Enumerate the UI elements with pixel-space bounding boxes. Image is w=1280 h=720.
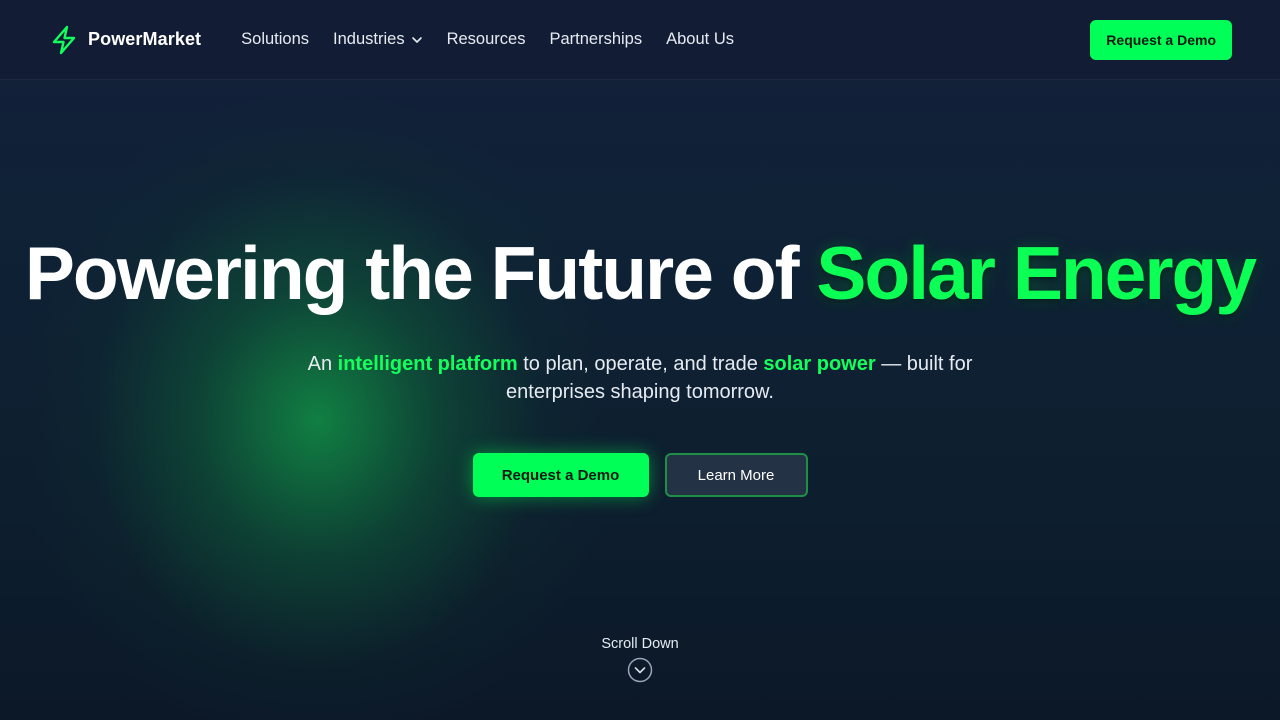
hero-cta-group: Request a Demo Learn More bbox=[0, 453, 1280, 497]
subtitle-text: to plan, operate, and trade bbox=[517, 353, 764, 375]
nav-item-label: Industries bbox=[333, 30, 405, 48]
hero-request-demo-button[interactable]: Request a Demo bbox=[472, 453, 649, 497]
nav-item-label: Solutions bbox=[241, 30, 310, 48]
scroll-down-indicator[interactable]: Scroll Down bbox=[0, 636, 1280, 683]
headline-accent: Solar Energy bbox=[816, 231, 1257, 315]
hero-section: Powering the Future of Solar Energy An i… bbox=[0, 80, 1280, 720]
headline-main: Powering the Future of bbox=[24, 231, 800, 315]
top-navigation-bar: PowerMarket Solutions Industries Resourc… bbox=[0, 0, 1280, 80]
nav-item-partnerships[interactable]: Partnerships bbox=[549, 30, 642, 49]
hero-subtitle: An intelligent platform to plan, operate… bbox=[280, 350, 1000, 406]
chevron-down-circle-icon bbox=[627, 657, 653, 683]
subtitle-highlight-intelligent-platform: intelligent platform bbox=[337, 353, 518, 375]
nav-item-about-us[interactable]: About Us bbox=[666, 30, 734, 49]
subtitle-text: An bbox=[307, 353, 338, 375]
hero-headline: Powering the Future of Solar Energy bbox=[0, 230, 1280, 316]
nav-item-solutions[interactable]: Solutions bbox=[241, 30, 309, 49]
nav-item-label: Partnerships bbox=[549, 30, 643, 48]
nav-item-industries[interactable]: Industries bbox=[333, 30, 423, 49]
brand[interactable]: PowerMarket bbox=[50, 25, 201, 55]
learn-more-button[interactable]: Learn More bbox=[664, 453, 808, 497]
header-request-demo-button[interactable]: Request a Demo bbox=[1090, 19, 1232, 60]
nav-item-label: About Us bbox=[666, 30, 734, 48]
subtitle-highlight-solar-power: solar power bbox=[763, 353, 876, 375]
chevron-down-icon bbox=[411, 36, 422, 43]
nav-item-resources[interactable]: Resources bbox=[447, 30, 526, 49]
main-nav: Solutions Industries Resources Partnersh… bbox=[241, 30, 734, 49]
lightning-bolt-icon bbox=[52, 25, 76, 54]
brand-name: PowerMarket bbox=[88, 29, 202, 49]
scroll-down-label: Scroll Down bbox=[601, 636, 679, 652]
nav-item-label: Resources bbox=[446, 30, 526, 48]
